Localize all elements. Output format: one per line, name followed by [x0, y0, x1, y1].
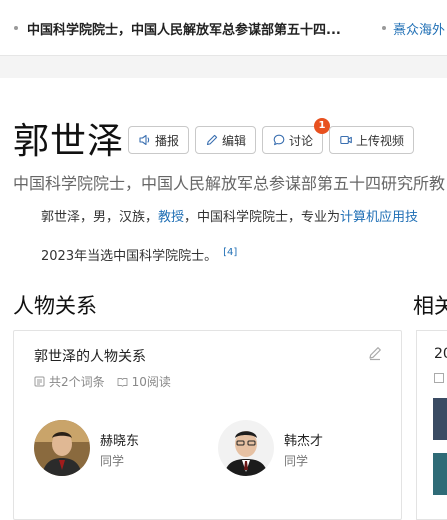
divider-band	[0, 56, 447, 78]
read-count: 10阅读	[131, 375, 171, 389]
person-relation: 同学	[100, 454, 125, 468]
summary-text: 郭世泽，男，汉族，	[41, 210, 159, 225]
section-heading-relations: 人物关系	[13, 294, 97, 318]
discuss-label: 讨论	[288, 133, 313, 148]
entry-title: 郭世泽	[13, 121, 125, 162]
section-heading-related: 相关	[413, 294, 447, 318]
upload-video-button[interactable]: 上传视频	[329, 126, 414, 154]
person-name[interactable]: 赫晓东	[100, 430, 139, 449]
related-entry-link[interactable]: 熹众海外	[393, 19, 445, 38]
speaker-icon	[139, 134, 150, 146]
broadcast-button[interactable]: 播报	[128, 126, 189, 154]
related-card-title[interactable]: 20	[434, 346, 447, 362]
summary-link-professor[interactable]: 教授	[158, 210, 184, 225]
broadcast-label: 播报	[154, 133, 179, 148]
summary-line: 郭世泽，男，汉族，教授，中国科学院院士，专业为计算机应用技	[41, 206, 418, 225]
pencil-icon	[206, 134, 218, 146]
person-name[interactable]: 韩杰才	[284, 430, 323, 449]
summary-text: ，中国科学院院士，专业为	[184, 210, 341, 225]
thumbnail-image[interactable]	[433, 453, 447, 495]
person-photo-icon	[218, 420, 274, 476]
summary-link-field[interactable]: 计算机应用技	[340, 210, 418, 225]
document-icon	[34, 376, 45, 387]
related-entry-link[interactable]: 中国科学院院士，中国人民解放军总参谋部第五十四...	[27, 19, 341, 38]
reference-link[interactable]: [4]	[223, 247, 237, 258]
pencil-icon[interactable]	[367, 345, 383, 361]
avatar[interactable]	[34, 420, 90, 476]
avatar[interactable]	[218, 420, 274, 476]
relations-card-title[interactable]: 郭世泽的人物关系	[34, 346, 146, 366]
person-photo-icon	[34, 420, 90, 476]
bullet-dot	[382, 26, 386, 30]
entry-subtitle: 中国科学院院士，中国人民解放军总参谋部第五十四研究所教	[13, 174, 446, 193]
discuss-count-badge: 1	[314, 118, 330, 134]
entry-count: 共2个词条	[49, 375, 105, 389]
person-relation: 同学	[284, 454, 309, 468]
upload-video-label: 上传视频	[355, 133, 404, 148]
summary-line: 2023年当选中国科学院院士。 [4]	[41, 245, 237, 264]
thumbnail-image[interactable]	[433, 398, 447, 440]
related-entries-strip: 中国科学院院士，中国人民解放军总参谋部第五十四... 熹众海外	[0, 0, 447, 56]
edit-button[interactable]: 编辑	[195, 126, 256, 154]
video-camera-icon	[340, 135, 352, 145]
chat-bubble-icon	[273, 134, 285, 146]
summary-text: 2023年当选中国科学院院士。	[41, 249, 218, 264]
bullet-dot	[14, 26, 18, 30]
document-icon	[434, 373, 444, 383]
relations-meta: 共2个词条 10阅读	[34, 373, 171, 390]
edit-label: 编辑	[221, 133, 246, 148]
discuss-button[interactable]: 讨论	[262, 126, 323, 154]
book-icon	[117, 378, 128, 387]
